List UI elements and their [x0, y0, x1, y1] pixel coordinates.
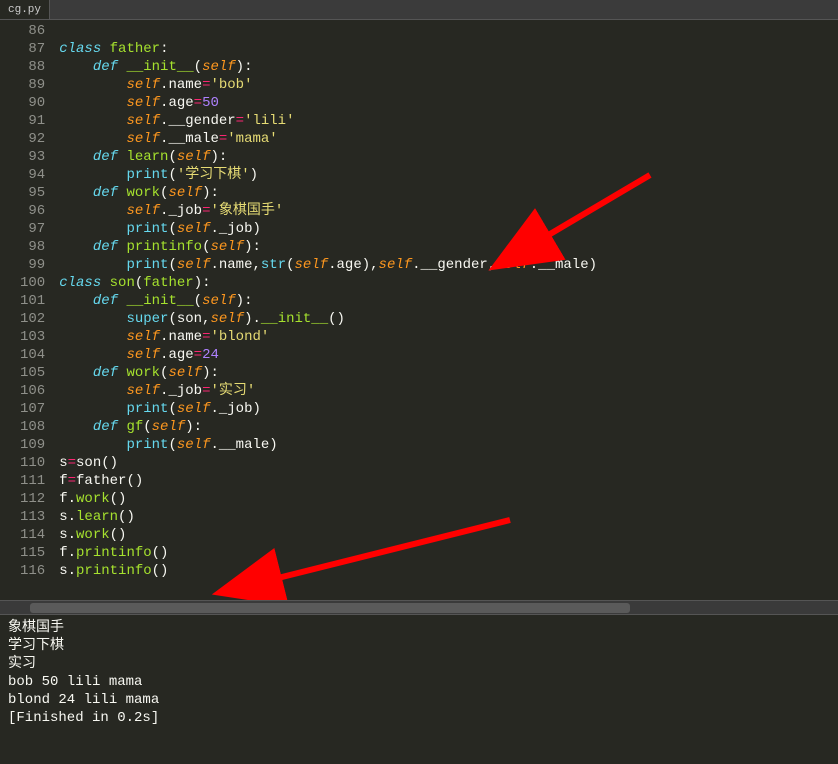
line-number: 91 — [20, 112, 45, 130]
code-line[interactable]: self._job='象棋国手' — [59, 202, 838, 220]
code-line[interactable]: f.printinfo() — [59, 544, 838, 562]
line-number: 107 — [20, 400, 45, 418]
line-number: 108 — [20, 418, 45, 436]
line-number: 94 — [20, 166, 45, 184]
line-number: 87 — [20, 40, 45, 58]
code-line[interactable]: super(son,self).__init__() — [59, 310, 838, 328]
line-number: 116 — [20, 562, 45, 580]
line-number: 97 — [20, 220, 45, 238]
code-line[interactable]: f=father() — [59, 472, 838, 490]
line-number: 114 — [20, 526, 45, 544]
output-line: [Finished in 0.2s] — [8, 709, 830, 727]
line-number: 109 — [20, 436, 45, 454]
output-line: 实习 — [8, 655, 830, 673]
line-number: 105 — [20, 364, 45, 382]
line-number: 103 — [20, 328, 45, 346]
output-line: 象棋国手 — [8, 619, 830, 637]
code-editor[interactable]: 8687888990919293949596979899100101102103… — [0, 20, 838, 600]
code-line[interactable]: class father: — [59, 40, 838, 58]
tab-bar: cg.py — [0, 0, 838, 20]
code-line[interactable]: s.work() — [59, 526, 838, 544]
output-line: 学习下棋 — [8, 637, 830, 655]
line-number: 93 — [20, 148, 45, 166]
code-line[interactable]: s=son() — [59, 454, 838, 472]
line-number: 112 — [20, 490, 45, 508]
file-tab-label: cg.py — [8, 4, 41, 16]
line-number: 98 — [20, 238, 45, 256]
line-number: 90 — [20, 94, 45, 112]
code-line[interactable]: def learn(self): — [59, 148, 838, 166]
code-line[interactable]: s.learn() — [59, 508, 838, 526]
line-number-gutter: 8687888990919293949596979899100101102103… — [0, 20, 55, 600]
code-line[interactable]: print('学习下棋') — [59, 166, 838, 184]
line-number: 89 — [20, 76, 45, 94]
line-number: 100 — [20, 274, 45, 292]
build-output-panel[interactable]: 象棋国手学习下棋实习bob 50 lili mamablond 24 lili … — [0, 614, 838, 764]
code-line[interactable]: s.printinfo() — [59, 562, 838, 580]
scrollbar-thumb[interactable] — [30, 603, 630, 613]
line-number: 106 — [20, 382, 45, 400]
code-line[interactable]: self.age=24 — [59, 346, 838, 364]
code-line[interactable]: def printinfo(self): — [59, 238, 838, 256]
output-line: blond 24 lili mama — [8, 691, 830, 709]
code-line[interactable]: def work(self): — [59, 364, 838, 382]
file-tab[interactable]: cg.py — [0, 0, 50, 19]
line-number: 101 — [20, 292, 45, 310]
line-number: 95 — [20, 184, 45, 202]
code-line[interactable]: print(self._job) — [59, 400, 838, 418]
line-number: 110 — [20, 454, 45, 472]
line-number: 99 — [20, 256, 45, 274]
code-line[interactable]: self._job='实习' — [59, 382, 838, 400]
code-line[interactable]: def __init__(self): — [59, 58, 838, 76]
code-line[interactable]: self.name='bob' — [59, 76, 838, 94]
line-number: 96 — [20, 202, 45, 220]
line-number: 86 — [20, 22, 45, 40]
line-number: 92 — [20, 130, 45, 148]
code-area[interactable]: class father: def __init__(self): self.n… — [55, 20, 838, 600]
line-number: 111 — [20, 472, 45, 490]
code-line[interactable]: self.__gender='lili' — [59, 112, 838, 130]
code-line[interactable]: print(self._job) — [59, 220, 838, 238]
code-line[interactable]: self.__male='mama' — [59, 130, 838, 148]
code-line[interactable]: self.name='blond' — [59, 328, 838, 346]
code-line[interactable]: def __init__(self): — [59, 292, 838, 310]
code-line[interactable]: print(self.__male) — [59, 436, 838, 454]
line-number: 113 — [20, 508, 45, 526]
code-line[interactable]: def work(self): — [59, 184, 838, 202]
code-line[interactable]: self.age=50 — [59, 94, 838, 112]
code-line[interactable]: def gf(self): — [59, 418, 838, 436]
code-line[interactable]: class son(father): — [59, 274, 838, 292]
code-line[interactable] — [59, 22, 838, 40]
code-line[interactable]: print(self.name,str(self.age),self.__gen… — [59, 256, 838, 274]
code-line[interactable]: f.work() — [59, 490, 838, 508]
output-line: bob 50 lili mama — [8, 673, 830, 691]
horizontal-scrollbar[interactable] — [0, 600, 838, 614]
line-number: 102 — [20, 310, 45, 328]
line-number: 104 — [20, 346, 45, 364]
line-number: 88 — [20, 58, 45, 76]
line-number: 115 — [20, 544, 45, 562]
